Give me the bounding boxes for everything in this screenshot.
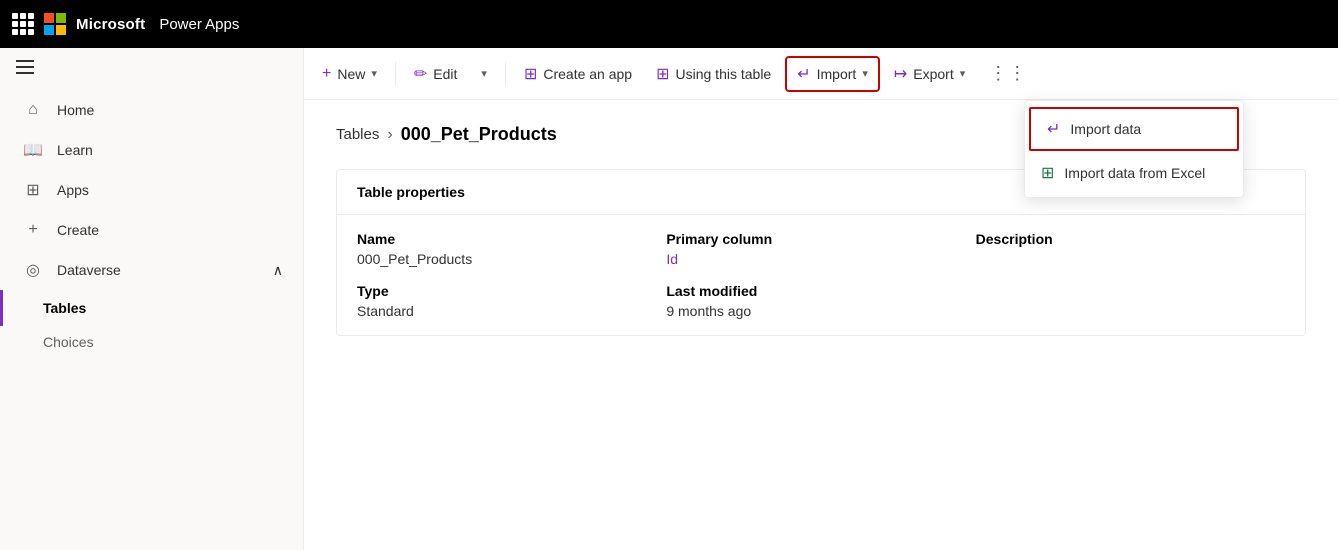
name-prop: Name 000_Pet_Products xyxy=(357,231,666,267)
create-app-icon: ⊞ xyxy=(524,64,537,84)
import-excel-label: Import data from Excel xyxy=(1064,165,1205,181)
import-dropdown: ↵ Import data ⊞ Import data from Excel xyxy=(1024,100,1244,198)
type-value: Standard xyxy=(357,303,666,319)
type-label: Type xyxy=(357,283,666,299)
import-chevron-icon: ▾ xyxy=(862,67,868,80)
more-icon: ⋮⋮ xyxy=(989,63,1027,84)
export-label: Export xyxy=(913,66,953,82)
primary-column-value[interactable]: Id xyxy=(666,251,975,267)
divider-1 xyxy=(395,62,396,86)
microsoft-label: Microsoft xyxy=(76,16,145,33)
primary-column-prop: Primary column Id xyxy=(666,231,975,267)
plus-icon: + xyxy=(322,65,331,83)
new-label: New xyxy=(337,66,365,82)
using-table-label: Using this table xyxy=(676,66,772,82)
sidebar-item-choices[interactable]: Choices xyxy=(0,326,303,360)
sidebar-item-create[interactable]: + Create xyxy=(0,210,303,250)
dataverse-icon: ◎ xyxy=(23,260,43,280)
learn-icon: 📖 xyxy=(23,140,43,160)
import-icon: ↵ xyxy=(797,64,810,84)
description-prop: Description xyxy=(976,231,1285,267)
app-name: Power Apps xyxy=(159,16,239,33)
sidebar-item-create-label: Create xyxy=(57,222,99,238)
sidebar-section-dataverse: ◎ Dataverse ∧ Tables Choices xyxy=(0,250,303,360)
sidebar-item-dataverse-label: Dataverse xyxy=(57,262,121,278)
last-modified-prop: Last modified 9 months ago xyxy=(666,283,975,319)
type-prop: Type Standard xyxy=(357,283,666,319)
import-data-item[interactable]: ↵ Import data xyxy=(1029,107,1239,151)
sidebar: ⌂ Home 📖 Learn ⊞ Apps + Create ◎ Dataver… xyxy=(0,48,304,550)
sidebar-item-choices-label: Choices xyxy=(43,334,94,350)
table-properties-title: Table properties xyxy=(357,184,465,200)
create-app-label: Create an app xyxy=(543,66,632,82)
more-button[interactable]: ⋮⋮ xyxy=(979,57,1037,90)
chevron-up-icon: ∧ xyxy=(273,262,283,279)
create-app-button[interactable]: ⊞ Create an app xyxy=(514,58,642,90)
new-chevron-icon: ▾ xyxy=(371,67,377,80)
breadcrumb-current: 000_Pet_Products xyxy=(401,124,557,145)
divider-2 xyxy=(505,62,506,86)
microsoft-logo xyxy=(44,13,66,35)
using-table-icon: ⊞ xyxy=(656,64,669,84)
toolbar: + New ▾ ✏ Edit ▾ ⊞ Create an app ⊞ Using… xyxy=(304,48,1338,100)
edit-chevron-icon: ▾ xyxy=(481,67,487,80)
import-button[interactable]: ↵ Import ▾ xyxy=(785,56,880,92)
breadcrumb-separator: › xyxy=(387,126,392,144)
create-icon: + xyxy=(23,220,43,240)
excel-icon: ⊞ xyxy=(1041,163,1054,183)
sidebar-item-dataverse[interactable]: ◎ Dataverse ∧ xyxy=(0,250,303,290)
hamburger-button[interactable] xyxy=(0,48,303,86)
table-properties-grid: Name 000_Pet_Products Primary column Id … xyxy=(337,215,1305,335)
export-icon: ↦ xyxy=(894,64,907,84)
edit-icon: ✏ xyxy=(414,64,427,84)
name-label: Name xyxy=(357,231,666,247)
last-modified-label: Last modified xyxy=(666,283,975,299)
export-button[interactable]: ↦ Export ▾ xyxy=(884,58,975,90)
hamburger-icon xyxy=(16,60,287,74)
edit-button[interactable]: ✏ Edit xyxy=(404,58,468,90)
edit-chevron-button[interactable]: ▾ xyxy=(471,61,497,86)
topbar: Microsoft Power Apps xyxy=(0,0,1338,48)
edit-label: Edit xyxy=(433,66,457,82)
waffle-menu[interactable] xyxy=(12,13,34,35)
primary-column-label: Primary column xyxy=(666,231,975,247)
last-modified-value: 9 months ago xyxy=(666,303,975,319)
sidebar-item-home-label: Home xyxy=(57,102,94,118)
import-data-icon: ↵ xyxy=(1047,119,1060,139)
sidebar-item-home[interactable]: ⌂ Home xyxy=(0,90,303,130)
description-label: Description xyxy=(976,231,1285,247)
using-table-button[interactable]: ⊞ Using this table xyxy=(646,58,781,90)
sidebar-item-apps-label: Apps xyxy=(57,182,89,198)
sidebar-item-learn-label: Learn xyxy=(57,142,93,158)
sidebar-nav: ⌂ Home 📖 Learn ⊞ Apps + Create ◎ Dataver… xyxy=(0,86,303,364)
sidebar-item-apps[interactable]: ⊞ Apps xyxy=(0,170,303,210)
main-layout: ⌂ Home 📖 Learn ⊞ Apps + Create ◎ Dataver… xyxy=(0,48,1338,550)
sidebar-item-tables[interactable]: Tables xyxy=(0,290,303,326)
export-chevron-icon: ▾ xyxy=(960,67,966,80)
apps-icon: ⊞ xyxy=(23,180,43,200)
sidebar-item-learn[interactable]: 📖 Learn xyxy=(0,130,303,170)
name-value: 000_Pet_Products xyxy=(357,251,666,267)
import-excel-item[interactable]: ⊞ Import data from Excel xyxy=(1025,153,1243,193)
new-button[interactable]: + New ▾ xyxy=(312,59,387,89)
sidebar-item-tables-label: Tables xyxy=(43,300,86,316)
breadcrumb-tables[interactable]: Tables xyxy=(336,126,379,143)
import-label: Import xyxy=(817,66,857,82)
main-content: + New ▾ ✏ Edit ▾ ⊞ Create an app ⊞ Using… xyxy=(304,48,1338,550)
import-data-label: Import data xyxy=(1070,121,1141,137)
dataverse-subnav: Tables Choices xyxy=(0,290,303,360)
home-icon: ⌂ xyxy=(23,100,43,120)
